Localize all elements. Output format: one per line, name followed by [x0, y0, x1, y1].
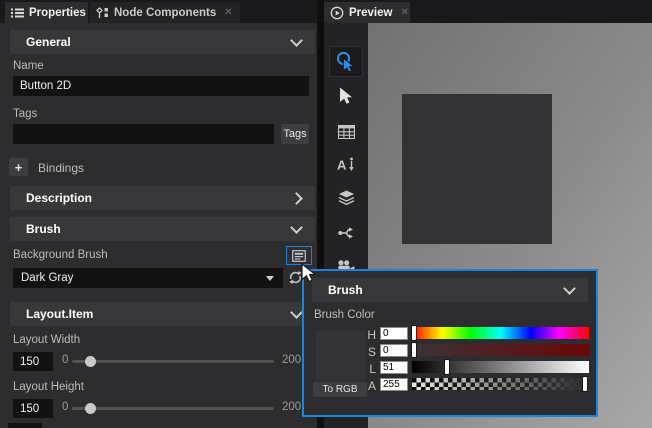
connections-icon: [338, 225, 354, 241]
channel-input-l[interactable]: [380, 361, 408, 374]
tab-label: Preview: [349, 7, 392, 19]
grid-icon: [338, 125, 355, 139]
tab-label: Node Components: [114, 7, 216, 19]
properties-icon: [11, 7, 24, 19]
name-input[interactable]: [13, 76, 309, 96]
interact-tool-button[interactable]: [329, 46, 363, 77]
dropdown-caret-icon: [266, 276, 274, 281]
tab-properties[interactable]: Properties ✕: [5, 2, 88, 23]
layout-height-slider[interactable]: [72, 407, 274, 410]
bindings-label: Bindings: [38, 161, 84, 175]
section-title: Layout.Item: [26, 307, 93, 321]
close-icon[interactable]: ✕: [224, 7, 232, 18]
background-brush-dropdown[interactable]: Dark Gray: [13, 268, 283, 288]
popup-header-brush[interactable]: Brush: [312, 278, 588, 302]
layout-width-label: Layout Width: [13, 334, 80, 346]
layers-icon: [338, 190, 355, 205]
slider-min-label: 0: [62, 354, 68, 366]
chevron-down-icon: [290, 221, 303, 234]
grid-tool-button[interactable]: [329, 116, 363, 147]
layout-height-input[interactable]: [13, 399, 53, 418]
channel-input-a[interactable]: [380, 378, 408, 391]
alpha-marker[interactable]: [583, 377, 587, 391]
lightness-marker[interactable]: [445, 360, 449, 374]
section-title: General: [26, 35, 71, 49]
close-icon[interactable]: ✕: [400, 7, 408, 18]
button-2d-node: [402, 94, 552, 244]
right-tab-bar: Preview ✕: [317, 0, 652, 23]
section-header-brush[interactable]: Brush: [10, 217, 315, 241]
app-window: Properties ✕ Node Components ✕ Preview ✕…: [0, 0, 652, 428]
slider-min-label: 0: [62, 401, 68, 413]
name-label: Name: [13, 60, 44, 72]
channel-label-l: L: [364, 362, 376, 376]
chevron-right-icon: [290, 192, 303, 205]
text-icon: A: [337, 157, 355, 172]
chevron-down-icon: [290, 34, 303, 47]
section-header-layout-item[interactable]: Layout.Item: [10, 302, 315, 326]
channel-label-s: S: [364, 345, 376, 359]
section-title: Description: [26, 191, 92, 205]
node-components-icon: [96, 7, 109, 19]
section-header-description[interactable]: Description: [10, 186, 315, 210]
channel-label-a: A: [364, 379, 376, 393]
to-rgb-button[interactable]: To RGB: [313, 382, 367, 397]
slider-max-label: 200: [282, 354, 301, 366]
chevron-down-icon: [563, 282, 576, 295]
layout-width-slider[interactable]: [72, 360, 274, 363]
hue-bar[interactable]: [412, 327, 589, 339]
next-input-partial: [8, 423, 42, 428]
text-tool-button[interactable]: A: [329, 149, 363, 180]
channel-input-h[interactable]: [380, 327, 408, 340]
hue-marker[interactable]: [412, 326, 416, 340]
alpha-bar[interactable]: [412, 378, 589, 390]
tags-input[interactable]: [13, 124, 274, 144]
interact-cursor-icon: [336, 51, 356, 72]
slider-max-label: 200: [282, 401, 301, 413]
slider-thumb[interactable]: [85, 356, 96, 367]
channel-input-s[interactable]: [380, 344, 408, 357]
layers-tool-button[interactable]: [329, 182, 363, 213]
connections-tool-button[interactable]: [329, 217, 363, 248]
saturation-bar[interactable]: [412, 344, 589, 356]
brush-popup: Brush Brush Color To RGB H S L A: [302, 269, 598, 417]
select-tool-button[interactable]: [329, 81, 363, 112]
svg-text:A: A: [337, 158, 347, 173]
tags-button[interactable]: Tags: [281, 124, 309, 144]
lightness-bar[interactable]: [412, 361, 589, 373]
mouse-cursor: [301, 263, 318, 285]
section-title: Brush: [26, 222, 61, 236]
section-title: Brush: [328, 283, 363, 297]
channel-label-h: H: [364, 328, 376, 342]
saturation-marker[interactable]: [412, 343, 416, 357]
tab-label: Properties: [29, 7, 86, 19]
layout-width-input[interactable]: [13, 352, 53, 371]
background-brush-label: Background Brush: [13, 249, 108, 261]
brush-color-label: Brush Color: [314, 309, 375, 321]
tab-node-components[interactable]: Node Components ✕: [90, 2, 240, 23]
preview-icon: [330, 6, 344, 20]
section-header-general[interactable]: General: [10, 30, 315, 54]
select-cursor-icon: [339, 87, 354, 106]
tags-label: Tags: [13, 108, 37, 120]
dropdown-value: Dark Gray: [21, 272, 73, 284]
tab-preview[interactable]: Preview ✕: [324, 2, 410, 23]
chevron-down-icon: [290, 306, 303, 319]
properties-panel: General Name Tags Tags + Bindings Descri…: [0, 23, 317, 428]
add-binding-button[interactable]: +: [9, 158, 28, 176]
brush-color-swatch[interactable]: [316, 330, 365, 381]
layout-height-label: Layout Height: [13, 381, 84, 393]
slider-thumb[interactable]: [85, 403, 96, 414]
left-tab-bar: Properties ✕ Node Components ✕: [0, 0, 317, 23]
